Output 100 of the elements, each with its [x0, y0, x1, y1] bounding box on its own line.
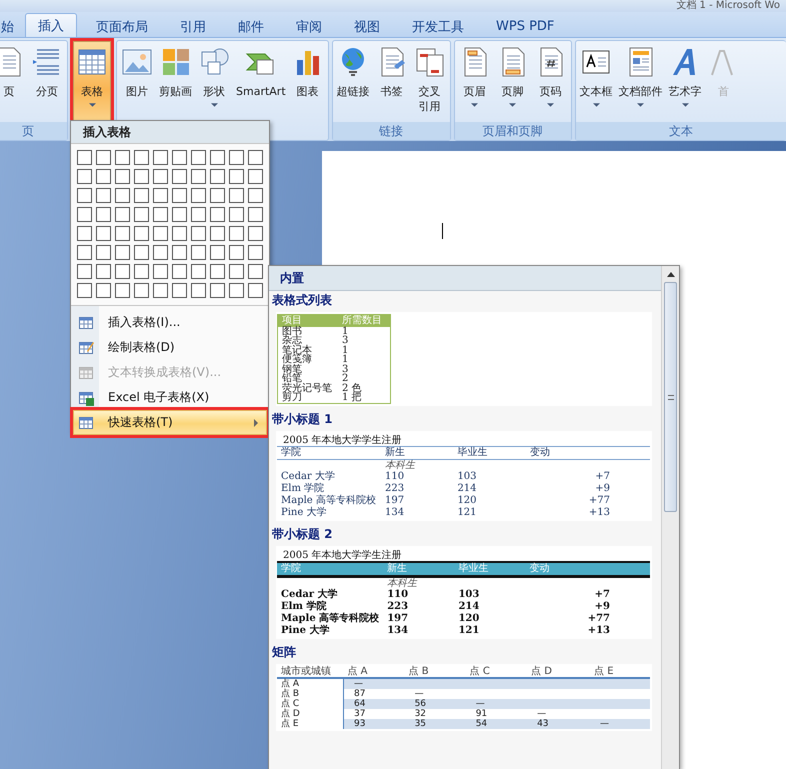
table-size-grid[interactable] [77, 150, 263, 298]
menu-item[interactable]: 快速表格(T) [73, 410, 267, 435]
table-cell: 3 [338, 336, 390, 346]
group-label: 页 [0, 122, 67, 140]
table-cell: +9 [595, 482, 610, 494]
table-cell: — [414, 688, 424, 698]
table-cell: 214 [458, 600, 480, 612]
table-cell: 荧光记号笔 [278, 384, 338, 393]
table-cell: 197 [387, 612, 408, 624]
menu-item[interactable]: 插入表格(I)... [73, 310, 267, 335]
subheading: 本科生 [385, 460, 415, 470]
column-header: 学院 [277, 562, 384, 576]
ribbon-tab[interactable]: 邮件 [225, 15, 277, 37]
table-cell: Elm 学院 [281, 600, 326, 612]
table-cell: — [537, 708, 546, 718]
ribbon-button[interactable]: 剪贴画 [156, 41, 195, 122]
scrollbar[interactable] [661, 266, 679, 769]
table-cell: 35 [414, 718, 426, 728]
table-cell: 121 [457, 506, 477, 518]
ribbon-button[interactable]: 分页 [28, 41, 66, 122]
gallery-header: 内置 [269, 266, 661, 291]
ribbon-button[interactable]: 书签 [372, 41, 411, 122]
table-preview[interactable]: 项目 所需数目 图书 1 杂志 3 笔记本 1 便笺簿 1 钢笔 3 铅笔 2 荧光记号笔 2 色 剪刀 1 把 [276, 312, 652, 406]
table-cell: 120 [457, 494, 477, 506]
pencil-table-icon [78, 340, 94, 356]
table-cell: 134 [387, 624, 408, 636]
table-cell: 点 E [281, 718, 299, 728]
table-cell: 笔记本 [278, 346, 338, 355]
table-cell: Cedar 大学 [281, 588, 338, 600]
table-cell: 64 [354, 698, 366, 708]
table-cell: 37 [354, 708, 366, 718]
subheading: 本科生 [387, 578, 418, 588]
menu-item[interactable]: 绘制表格(D) [73, 335, 267, 360]
table-preview[interactable]: 2005 年本地大学学生注册 学院 新生 毕业生 变动 本科生 Cedar 大学 110 103 +7 Elm 学院 223 214 +9 Maple 高等专科院校 197 120 +77 Pine 大学 134 121 +13 [276, 430, 652, 520]
scroll-up-icon[interactable] [666, 272, 674, 277]
table-cell: 56 [414, 698, 426, 708]
table-cell: 2 色 [338, 384, 390, 393]
scroll-thumb[interactable] [664, 282, 677, 512]
column-header: 学院 [277, 446, 381, 459]
ribbon-button[interactable]: 交叉引用 [410, 41, 449, 122]
table-cell: Pine 大学 [281, 506, 326, 518]
table-cell: Cedar 大学 [281, 470, 335, 482]
table-cell: Maple 高等专科院校 [281, 494, 376, 506]
ribbon-tab[interactable]: 插入 [25, 13, 77, 37]
table-cell: 便笺簿 [278, 355, 338, 364]
ribbon-tab[interactable]: 始 [0, 15, 19, 37]
ribbon-tab[interactable]: WPS PDF [483, 15, 568, 37]
table-cell: +9 [594, 600, 610, 612]
ribbon-button[interactable]: 图片 [118, 41, 156, 122]
menu-header: 插入表格 [71, 121, 269, 144]
table-cell: 120 [458, 612, 480, 624]
ribbon-button[interactable]: 文档部件 [616, 41, 666, 122]
ribbon-button[interactable]: 图表 [288, 41, 327, 122]
table-cell: 剪刀 [278, 393, 338, 403]
ribbon-button[interactable]: 超链接 [334, 41, 373, 122]
table-cell: +77 [588, 494, 610, 506]
table-cell: Maple 高等专科院校 [281, 612, 380, 624]
table-icon [78, 314, 94, 330]
ribbon-button[interactable]: 页脚 [494, 41, 532, 122]
table-cell: 54 [476, 718, 488, 728]
section-title: 矩阵 [271, 644, 297, 660]
table-cell: 点 C [281, 698, 300, 708]
ribbon-button[interactable]: 文本框 [576, 41, 616, 122]
table-cell: +7 [594, 588, 610, 600]
section-title: 带小标题 2 [271, 526, 334, 542]
table-preview[interactable]: 城市或城镇 点 A 点 B 点 C 点 D 点 E 点 A — 点 B 87 — 点 C 64 56 — 点 D 37 32 91 — 点 E 93 35 54 43 — [276, 664, 652, 730]
column-header: 城市或城镇 [277, 666, 344, 678]
table-caption: 2005 年本地大学学生注册 [282, 434, 403, 446]
table-cell: +77 [588, 612, 610, 624]
text-cursor [442, 223, 443, 239]
table-cell: 214 [457, 482, 477, 494]
table-cell: 图书 [278, 326, 338, 336]
table-cell: — [600, 718, 610, 728]
section-title: 表格式列表 [271, 292, 333, 309]
table-cell: 1 [338, 355, 390, 364]
spreadsheet-icon [78, 390, 94, 406]
table-cell: 1 [338, 326, 390, 336]
column-header: 所需数目 [338, 314, 390, 326]
convert-table-icon [78, 364, 94, 380]
ribbon-button[interactable]: 页 [0, 41, 28, 122]
table-cell: 铅笔 [278, 374, 338, 384]
table-cell: 2 [338, 374, 390, 384]
table-cell: Elm 学院 [281, 482, 324, 494]
ribbon-tab[interactable]: 审阅 [283, 15, 335, 37]
ribbon-button[interactable]: 艺术字 [666, 41, 705, 122]
table-cell: +13 [588, 506, 610, 518]
table-cell: 103 [458, 588, 480, 600]
ribbon-button[interactable]: 页眉 [456, 41, 494, 122]
ribbon-tab[interactable]: 开发工具 [399, 15, 477, 37]
ribbon-tab[interactable]: 页面布局 [83, 15, 161, 37]
table-icon [78, 414, 94, 430]
ribbon-button[interactable]: 表格 [73, 41, 111, 122]
table-cell: — [354, 678, 363, 688]
table-cell: Pine 大学 [281, 624, 330, 636]
table-cell: 121 [458, 624, 480, 636]
ribbon-tab[interactable]: 引用 [167, 15, 219, 37]
table-preview[interactable]: 2005 年本地大学学生注册 学院 新生 毕业生 变动 本科生 Cedar 大学 110 103 +7 Elm 学院 223 214 +9 Maple 高等专科院校 197 120 +77 Pine 大学 134 121 +13 [276, 546, 652, 638]
ribbon-tab[interactable]: 视图 [341, 15, 393, 37]
ribbon-button[interactable]: 页码 [532, 41, 570, 122]
section-title: 带小标题 1 [271, 410, 334, 428]
